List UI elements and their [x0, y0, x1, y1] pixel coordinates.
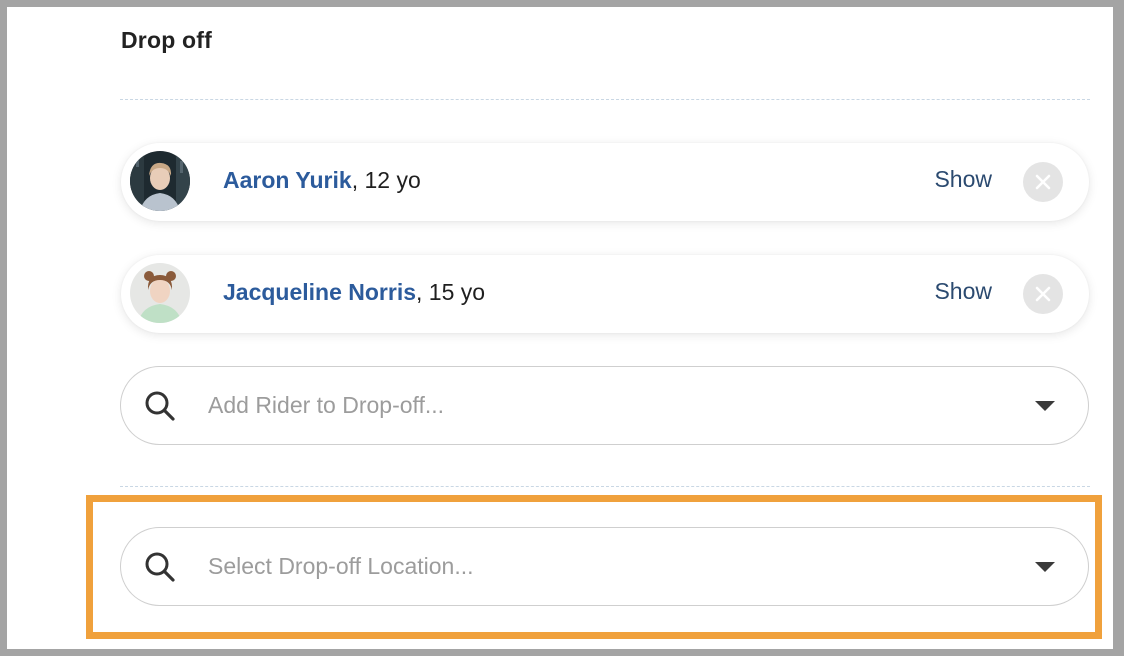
- rider-card: Aaron Yurik, 12 yo Show: [121, 143, 1089, 221]
- rider-name-link[interactable]: Aaron Yurik: [223, 167, 352, 193]
- location-placeholder: Select Drop-off Location...: [208, 553, 474, 579]
- show-button[interactable]: Show: [934, 166, 992, 193]
- section-title: Drop off: [121, 27, 213, 53]
- search-icon: [145, 552, 175, 582]
- search-icon: [145, 391, 175, 421]
- rider-info: Aaron Yurik, 12 yo: [223, 167, 421, 194]
- rider-name-link[interactable]: Jacqueline Norris: [223, 279, 416, 305]
- remove-rider-button[interactable]: [1023, 274, 1063, 314]
- rider-card: Jacqueline Norris, 15 yo Show: [121, 255, 1089, 333]
- drop-off-location-select[interactable]: Select Drop-off Location...: [120, 527, 1089, 606]
- rider-age: , 15 yo: [416, 279, 486, 305]
- close-icon: [1035, 174, 1051, 190]
- remove-rider-button[interactable]: [1023, 162, 1063, 202]
- drop-off-panel: Drop off Aaron Yurik, 12 yo Show Jacquel…: [7, 7, 1113, 649]
- add-rider-select[interactable]: Add Rider to Drop-off...: [120, 366, 1089, 445]
- chevron-down-icon: [1035, 562, 1055, 572]
- rider-age: , 12 yo: [351, 167, 421, 193]
- add-rider-placeholder: Add Rider to Drop-off...: [208, 392, 445, 418]
- divider: [120, 99, 1090, 100]
- avatar: [130, 263, 190, 323]
- show-button[interactable]: Show: [934, 278, 992, 305]
- divider: [120, 486, 1090, 487]
- chevron-down-icon: [1035, 401, 1055, 411]
- avatar: [130, 151, 190, 211]
- rider-info: Jacqueline Norris, 15 yo: [223, 279, 485, 306]
- close-icon: [1035, 286, 1051, 302]
